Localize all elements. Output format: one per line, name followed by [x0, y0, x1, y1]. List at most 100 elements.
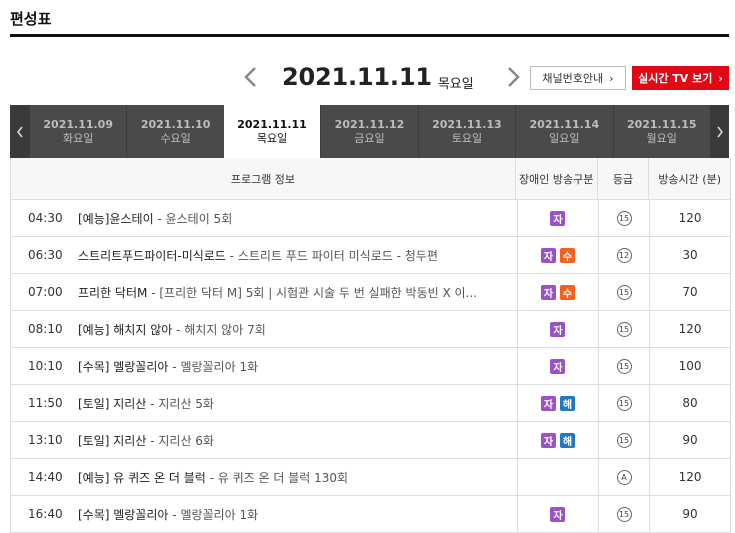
program-info[interactable]: [예능] 유 퀴즈 온 더 블럭 - 유 퀴즈 온 더 블럭 130회 [78, 469, 517, 486]
day-tab[interactable]: 2021.11.10 수요일 [126, 105, 223, 158]
channel-guide-button[interactable]: 채널번호안내 › [530, 66, 626, 90]
day-tab-date: 2021.11.09 [43, 117, 113, 131]
accessibility-cell: 자 [517, 348, 598, 384]
accessibility-cell [517, 459, 598, 495]
grade-cell: 15 [597, 274, 649, 310]
day-tab-weekday: 수요일 [160, 131, 191, 145]
day-tab[interactable]: 2021.11.15 월요일 [612, 105, 710, 158]
age-rating-icon: 15 [616, 432, 632, 448]
tab-prev-button[interactable] [10, 105, 29, 158]
age-rating-icon: 15 [616, 506, 632, 522]
age-rating-icon: 15 [616, 321, 632, 337]
table-row: 10:10 [수목] 멜랑꼴리아 - 멜랑꼴리아 1화 자 15 100 [11, 348, 730, 385]
accessibility-badge: 자 [540, 284, 556, 300]
page-title: 편성표 [10, 10, 52, 28]
program-episode: [프리한 닥터 M] 5회 | 시험관 시술 두 번 실패한 박동빈 X 이..… [159, 285, 477, 300]
program-episode: 유 퀴즈 온 더 블럭 130회 [217, 470, 349, 485]
program-episode: 지리산 5화 [158, 396, 214, 411]
day-tab[interactable]: 2021.11.09 화요일 [29, 105, 126, 158]
title-separator: - [147, 285, 160, 300]
program-cell: 07:00 프리한 닥터M - [프리한 닥터 M] 5회 | 시험관 시술 두 … [11, 274, 517, 310]
title-separator: - [168, 507, 181, 522]
age-rating-icon: 15 [616, 358, 632, 374]
accessibility-cell: 자 [517, 200, 598, 236]
live-tv-button[interactable]: 실시간 TV 보기 › [632, 66, 729, 90]
program-title: [토일] 지리산 [78, 433, 147, 448]
program-time: 16:40 [28, 507, 63, 521]
accessibility-badge: 수 [559, 247, 575, 263]
accessibility-cell: 자수 [517, 237, 598, 273]
day-tab-date: 2021.11.14 [529, 117, 600, 131]
day-tab[interactable]: 2021.11.12 금요일 [320, 105, 417, 158]
program-time: 06:30 [28, 248, 63, 262]
duration-cell: 120 [649, 311, 730, 347]
accessibility-badge: 해 [559, 395, 575, 411]
accessibility-cell: 자해 [517, 385, 598, 421]
grade-cell: 15 [597, 385, 649, 421]
program-episode: 윤스테이 5회 [165, 211, 233, 226]
program-title: [예능] 해치지 않아 [78, 322, 173, 337]
accessibility-badge: 자 [550, 321, 566, 337]
next-date-button[interactable] [504, 62, 524, 92]
program-info[interactable]: [토일] 지리산 - 지리산 5화 [78, 395, 517, 412]
table-row: 07:00 프리한 닥터M - [프리한 닥터 M] 5회 | 시험관 시술 두 … [11, 274, 730, 311]
program-cell: 10:10 [수목] 멜랑꼴리아 - 멜랑꼴리아 1화 [11, 348, 517, 384]
table-row: 16:40 [수목] 멜랑꼴리아 - 멜랑꼴리아 1화 자 15 90 [11, 496, 730, 533]
live-tv-label: 실시간 TV 보기 [638, 72, 713, 85]
day-tab-weekday: 목요일 [256, 131, 288, 145]
day-tab-date: 2021.11.11 [237, 117, 307, 131]
day-tab[interactable]: 2021.11.13 토요일 [417, 105, 515, 158]
grade-cell: 15 [597, 311, 649, 347]
day-tab[interactable]: 2021.11.11 목요일 [223, 105, 321, 158]
program-cell: 11:50 [토일] 지리산 - 지리산 5화 [11, 385, 517, 421]
program-info[interactable]: [수목] 멜랑꼴리아 - 멜랑꼴리아 1화 [78, 506, 517, 523]
day-tab-weekday: 금요일 [354, 131, 385, 145]
table-row: 14:40 [예능] 유 퀴즈 온 더 블럭 - 유 퀴즈 온 더 블럭 130회… [11, 459, 730, 496]
accessibility-badge: 자 [540, 247, 556, 263]
program-info[interactable]: [예능] 해치지 않아 - 해치지 않아 7회 [78, 321, 517, 338]
day-tab-weekday: 토요일 [451, 131, 483, 145]
program-info[interactable]: [예능]윤스테이 - 윤스테이 5회 [78, 210, 517, 227]
day-tab[interactable]: 2021.11.14 일요일 [515, 105, 612, 158]
current-day: 목요일 [437, 76, 474, 92]
day-tab-date: 2021.11.15 [626, 117, 697, 131]
title-separator: - [205, 470, 218, 485]
age-rating-icon: 12 [616, 247, 632, 263]
accessibility-badge: 자 [550, 358, 566, 374]
grade-cell: 15 [597, 496, 649, 532]
accessibility-cell: 자 [517, 496, 598, 532]
tab-chevron-left-icon [16, 126, 23, 137]
age-rating-icon: 15 [616, 210, 632, 226]
table-body: 04:30 [예능]윤스테이 - 윤스테이 5회 자 15 120 06:30 스트리트푸드… [11, 200, 730, 533]
program-info[interactable]: [토일] 지리산 - 지리산 6화 [78, 432, 517, 449]
prev-date-button[interactable] [240, 62, 260, 92]
program-time: 13:10 [28, 433, 63, 447]
grade-cell: 15 [597, 422, 649, 458]
current-date: 2021.11.11 [282, 63, 432, 91]
program-title: [예능]윤스테이 [78, 211, 154, 226]
day-tab-date: 2021.11.10 [140, 117, 211, 131]
program-episode: 해치지 않아 7회 [184, 322, 266, 337]
grade-cell: A [597, 459, 649, 495]
header-program: 프로그램 정보 [230, 172, 296, 186]
tab-chevron-right-icon [716, 126, 723, 137]
title-separator: - [168, 359, 181, 374]
chevron-left-icon [244, 67, 256, 87]
accessibility-badge: 자 [540, 432, 556, 448]
title-separator: - [172, 322, 185, 337]
accessibility-badge: 자 [550, 506, 566, 522]
tab-next-button[interactable] [710, 105, 729, 158]
program-title: 스트리트푸드파이터-미식로드 [78, 248, 226, 263]
program-info[interactable]: 프리한 닥터M - [프리한 닥터 M] 5회 | 시험관 시술 두 번 실패한… [78, 284, 517, 301]
duration-cell: 70 [649, 274, 730, 310]
program-info[interactable]: [수목] 멜랑꼴리아 - 멜랑꼴리아 1화 [78, 358, 517, 375]
program-episode: 멜랑꼴리아 1화 [180, 359, 259, 374]
program-info[interactable]: 스트리트푸드파이터-미식로드 - 스트리트 푸드 파이터 미식로드 - 청두편 [78, 247, 517, 264]
program-cell: 14:40 [예능] 유 퀴즈 온 더 블럭 - 유 퀴즈 온 더 블럭 130회 [11, 459, 517, 495]
table-row: 06:30 스트리트푸드파이터-미식로드 - 스트리트 푸드 파이터 미식로드 -… [11, 237, 730, 274]
program-time: 08:10 [28, 322, 63, 336]
program-time: 10:10 [28, 359, 63, 373]
accessibility-badge: 해 [559, 432, 575, 448]
table-row: 04:30 [예능]윤스테이 - 윤스테이 5회 자 15 120 [11, 200, 730, 237]
accessibility-cell: 자해 [517, 422, 598, 458]
